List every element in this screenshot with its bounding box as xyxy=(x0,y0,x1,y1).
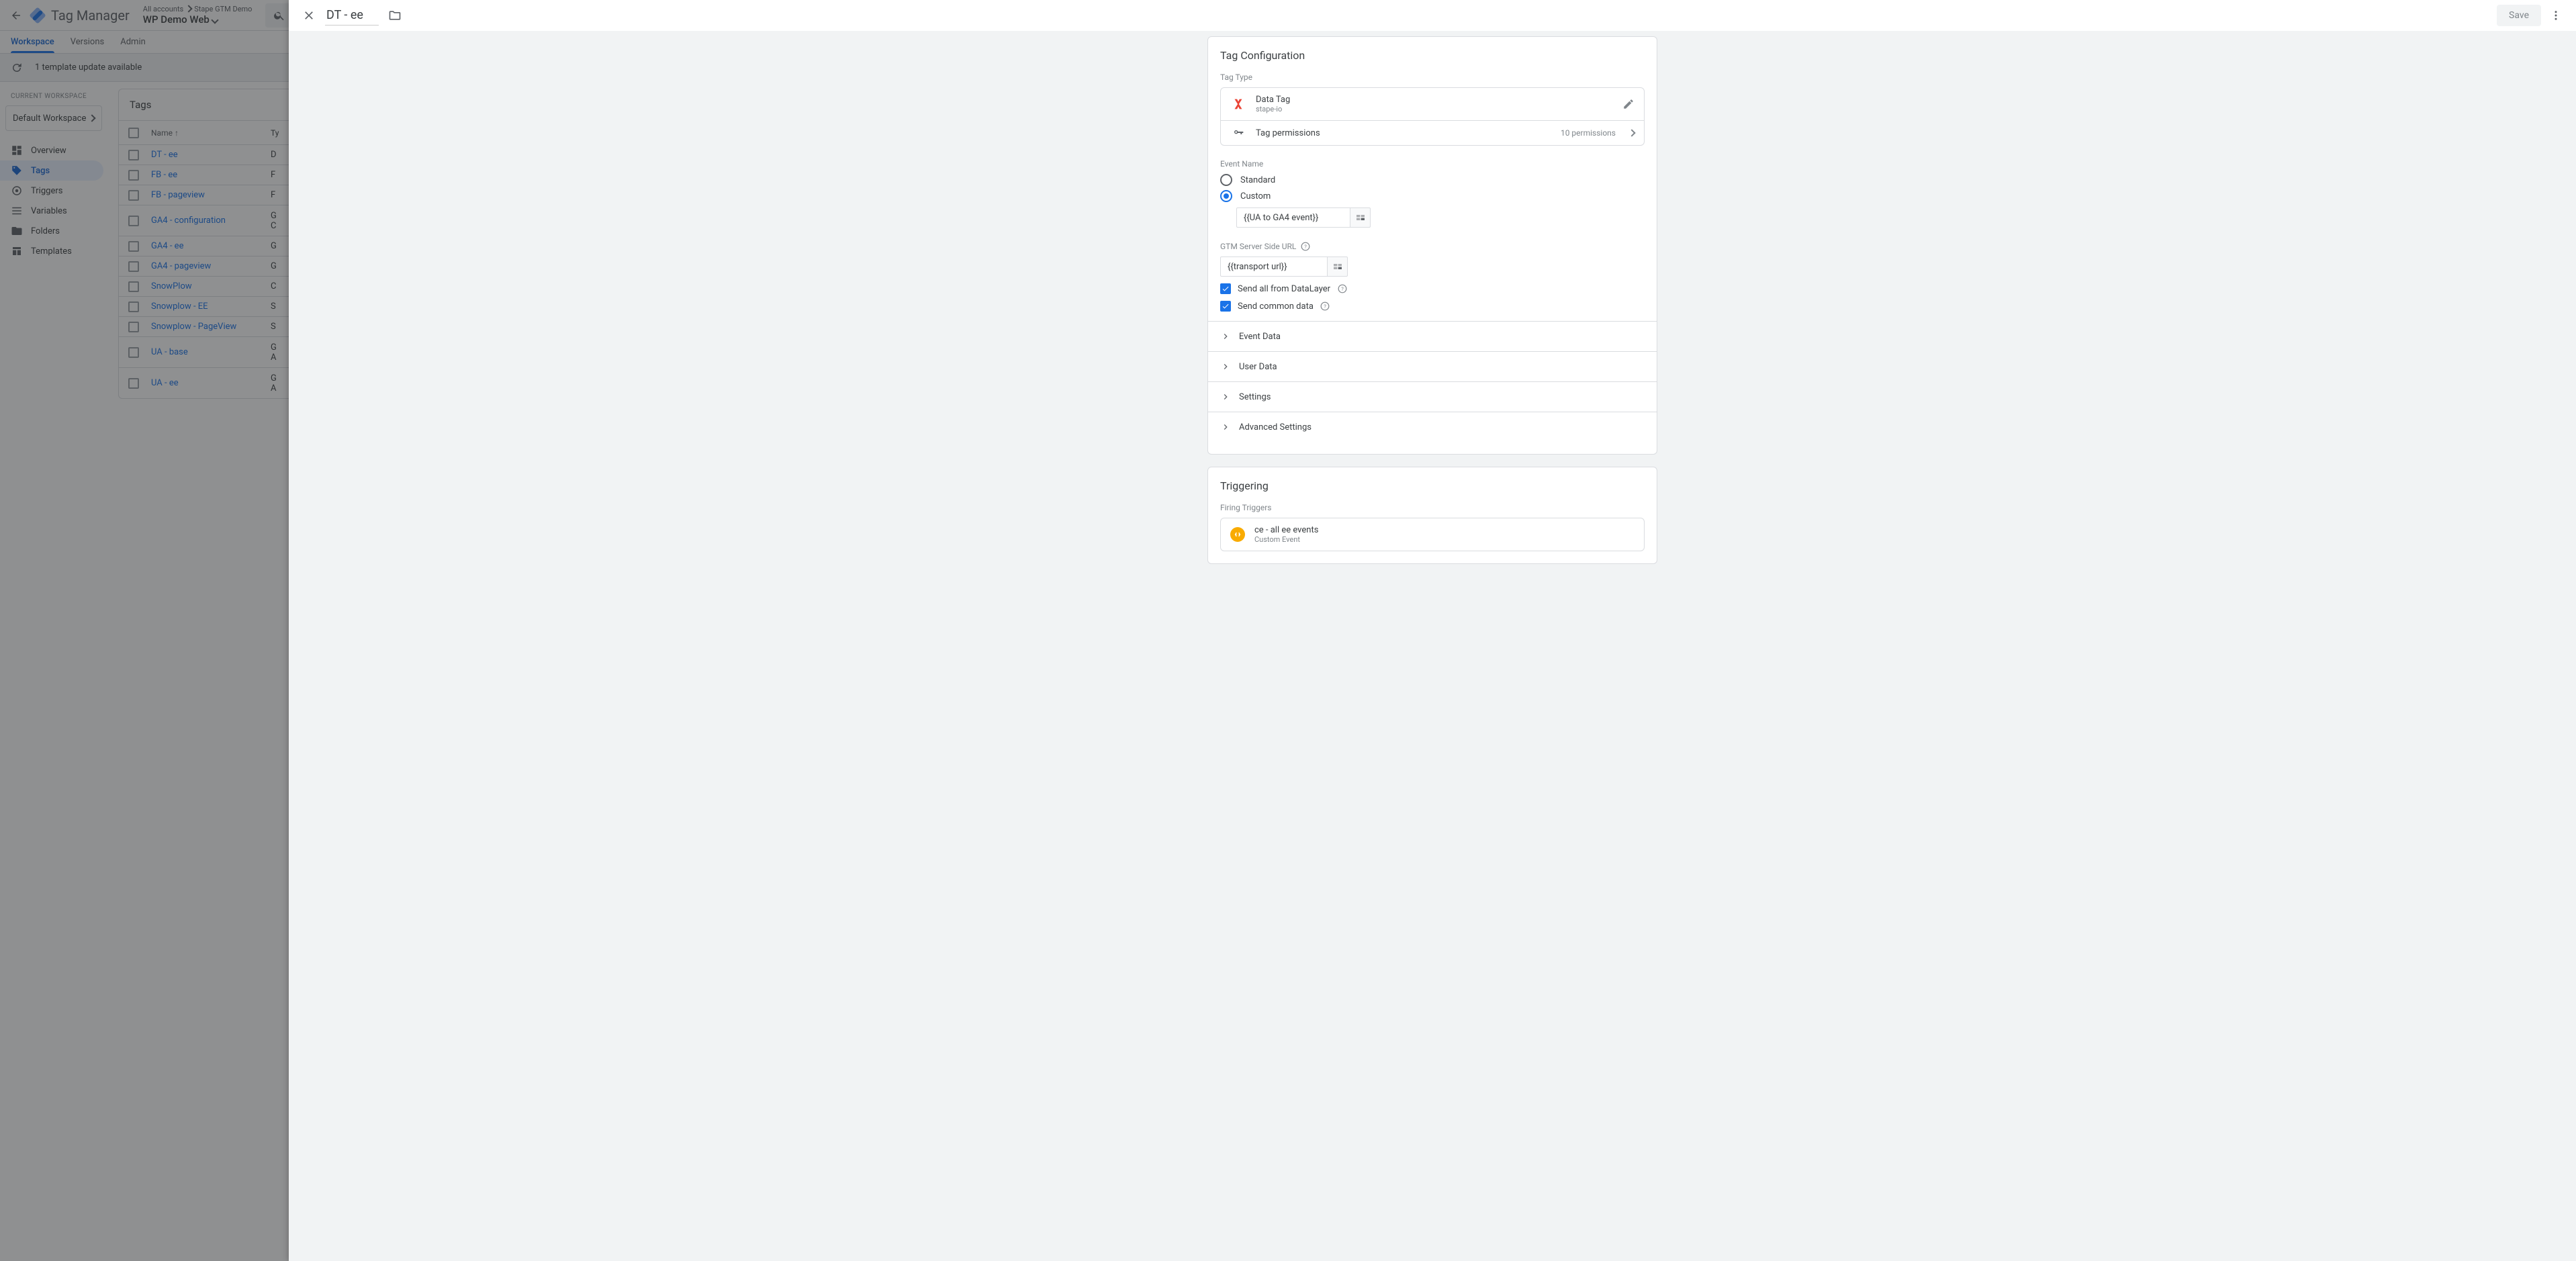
trigger-name: ce - all ee events xyxy=(1254,525,1318,535)
more-menu-button[interactable] xyxy=(2544,3,2568,28)
svg-text:?: ? xyxy=(1341,286,1344,292)
expand-label: Settings xyxy=(1239,392,1271,402)
expand-label: Advanced Settings xyxy=(1239,422,1312,432)
permissions-label: Tag permissions xyxy=(1256,128,1551,138)
checkbox-send-common[interactable]: Send common data ? xyxy=(1220,301,1645,312)
checkbox-label: Send all from DataLayer xyxy=(1238,284,1330,294)
tag-name-input[interactable] xyxy=(325,5,379,26)
server-url-label: GTM Server Side URL xyxy=(1220,242,1296,251)
tag-type-name: Data Tag xyxy=(1256,95,1613,105)
tag-configuration-card: Tag Configuration Tag Type Data Tag stap… xyxy=(1207,36,1657,455)
custom-event-icon xyxy=(1230,527,1245,542)
trigger-type: Custom Event xyxy=(1254,535,1318,544)
tag-type-label: Tag Type xyxy=(1220,73,1645,82)
tag-permissions-row[interactable]: Tag permissions 10 permissions xyxy=(1221,120,1644,145)
expand-event-data[interactable]: Event Data xyxy=(1208,322,1657,351)
checkbox-label: Send common data xyxy=(1238,301,1314,312)
key-icon xyxy=(1230,128,1246,138)
expand-user-data[interactable]: User Data xyxy=(1208,352,1657,381)
tag-type-row[interactable]: Data Tag stape-io xyxy=(1221,88,1644,120)
radio-custom[interactable]: Custom xyxy=(1220,190,1645,202)
help-icon[interactable]: ? xyxy=(1320,301,1330,312)
chevron-right-icon xyxy=(1629,128,1635,138)
tag-type-vendor: stape-io xyxy=(1256,105,1613,113)
event-name-input[interactable] xyxy=(1236,207,1350,228)
expand-advanced[interactable]: Advanced Settings xyxy=(1208,412,1657,442)
radio-icon xyxy=(1220,190,1232,202)
card-title: Triggering xyxy=(1220,479,1645,492)
chevron-right-icon xyxy=(1220,331,1231,342)
expand-settings[interactable]: Settings xyxy=(1208,382,1657,412)
help-icon[interactable]: ? xyxy=(1337,284,1347,294)
card-title: Tag Configuration xyxy=(1220,49,1645,62)
trigger-row[interactable]: ce - all ee events Custom Event xyxy=(1220,518,1645,551)
variable-picker-button[interactable] xyxy=(1350,207,1371,228)
edit-icon[interactable] xyxy=(1622,98,1635,110)
variable-picker-button[interactable] xyxy=(1328,256,1348,277)
checkbox-icon xyxy=(1220,301,1231,312)
checkbox-icon xyxy=(1220,283,1231,294)
chevron-right-icon xyxy=(1220,361,1231,372)
triggering-card: Triggering Firing Triggers ce - all ee e… xyxy=(1207,467,1657,564)
checkbox-send-datalayer[interactable]: Send all from DataLayer ? xyxy=(1220,283,1645,294)
help-icon[interactable]: ? xyxy=(1300,241,1310,251)
svg-text:?: ? xyxy=(1324,303,1327,310)
server-url-input[interactable] xyxy=(1220,256,1328,277)
stape-icon xyxy=(1230,96,1246,112)
close-button[interactable] xyxy=(297,3,321,28)
chevron-right-icon xyxy=(1220,391,1231,402)
radio-icon xyxy=(1220,174,1232,186)
firing-triggers-label: Firing Triggers xyxy=(1220,503,1645,512)
save-button[interactable]: Save xyxy=(2497,5,2541,26)
radio-standard[interactable]: Standard xyxy=(1220,174,1645,186)
tag-editor-slideover: Save Tag Configuration Tag Type Data Tag xyxy=(289,0,2576,1261)
permissions-count: 10 permissions xyxy=(1561,128,1616,138)
radio-label: Custom xyxy=(1240,191,1271,201)
expand-label: User Data xyxy=(1239,362,1277,372)
event-name-label: Event Name xyxy=(1220,159,1645,169)
folder-icon[interactable] xyxy=(388,9,402,22)
expand-label: Event Data xyxy=(1239,332,1281,342)
chevron-right-icon xyxy=(1220,422,1231,432)
svg-text:?: ? xyxy=(1304,243,1307,249)
radio-label: Standard xyxy=(1240,175,1275,185)
